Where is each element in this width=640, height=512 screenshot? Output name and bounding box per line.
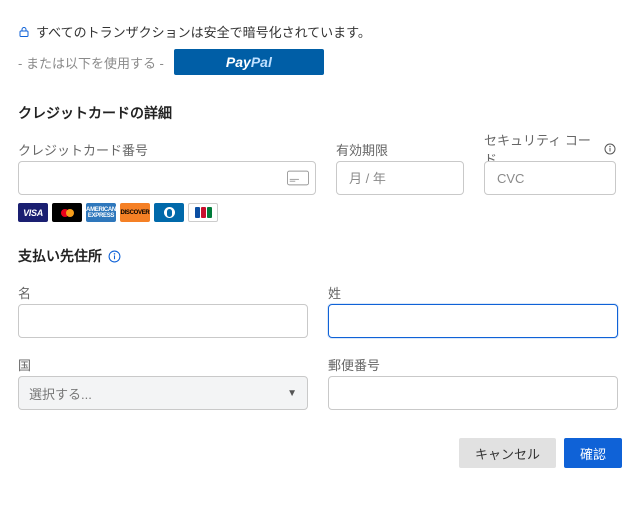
confirm-button[interactable]: 確認 (564, 438, 622, 468)
cvc-input[interactable] (484, 161, 616, 195)
billing-section-title: 支払い先住所 (18, 246, 622, 266)
expiry-label: 有効期限 (336, 141, 464, 157)
first-name-input[interactable] (18, 304, 308, 338)
card-number-label: クレジットカード番号 (18, 141, 316, 157)
footer: キャンセル 確認 (0, 424, 640, 482)
secure-banner: すべてのトランザクションは安全で暗号化されています。 (18, 22, 622, 41)
zip-input[interactable] (328, 376, 618, 410)
last-name-label: 姓 (328, 284, 618, 300)
cvc-label: セキュリティ コード (484, 141, 616, 157)
card-icon (287, 170, 309, 186)
secure-text: すべてのトランザクションは安全で暗号化されています。 (36, 22, 371, 41)
lock-icon (18, 26, 30, 38)
card-section-title: クレジットカードの詳細 (18, 103, 622, 123)
country-label: 国 (18, 356, 308, 372)
info-icon[interactable] (604, 143, 616, 155)
chevron-down-icon: ▼ (287, 388, 297, 399)
info-icon[interactable] (108, 250, 121, 263)
alt-label: - または以下を使用する - (18, 53, 164, 72)
visa-icon: VISA (18, 203, 48, 222)
zip-label: 郵便番号 (328, 356, 618, 372)
last-name-input[interactable] (328, 304, 618, 338)
first-name-label: 名 (18, 284, 308, 300)
expiry-input[interactable] (336, 161, 464, 195)
discover-icon: DISCOVER (120, 203, 150, 222)
card-brands: VISA AMERICANEXPRESS DISCOVER (18, 203, 622, 222)
card-number-input[interactable] (18, 161, 316, 195)
jcb-icon (188, 203, 218, 222)
diners-icon (154, 203, 184, 222)
alt-payment-row: - または以下を使用する - PayPal (18, 49, 622, 75)
mastercard-icon (52, 203, 82, 222)
country-select[interactable]: 選択する... ▼ (18, 376, 308, 410)
amex-icon: AMERICANEXPRESS (86, 203, 116, 222)
paypal-button[interactable]: PayPal (174, 49, 324, 75)
cancel-button[interactable]: キャンセル (459, 438, 556, 468)
